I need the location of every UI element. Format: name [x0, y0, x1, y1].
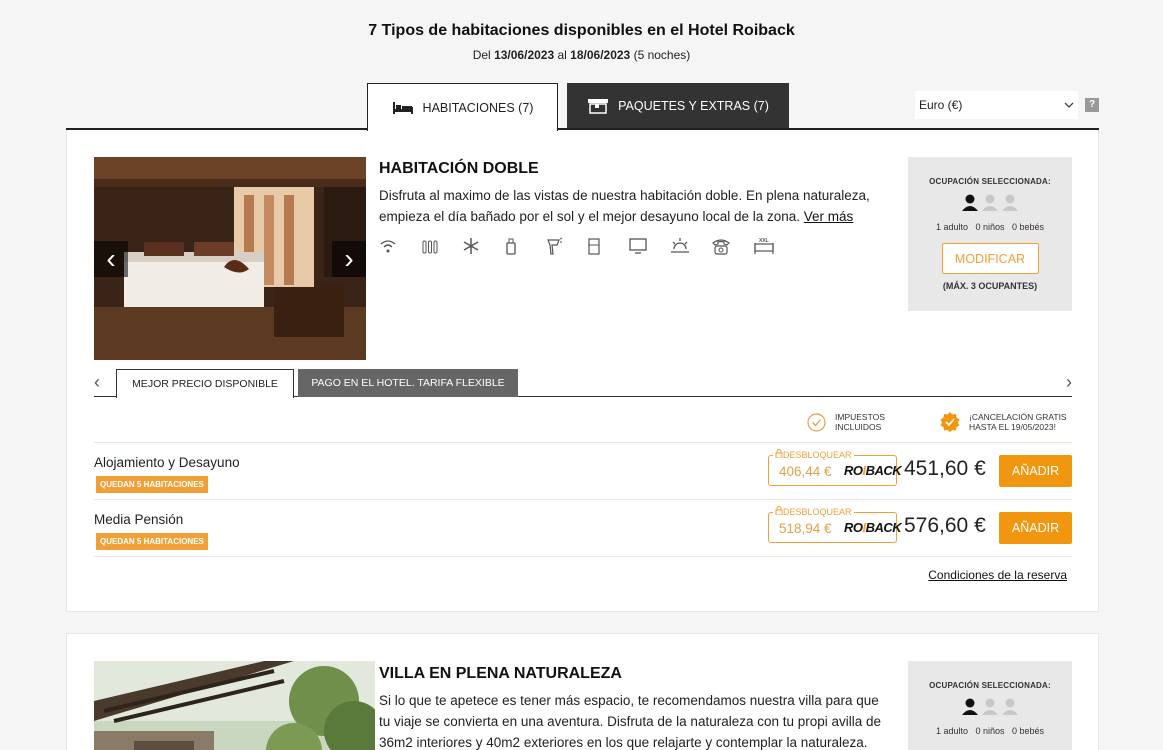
tab-pay-at-hotel[interactable]: PAGO EN EL HOTEL. TARIFA FLEXIBLE	[298, 369, 518, 397]
child-icon[interactable]	[981, 697, 999, 715]
package-icon	[588, 98, 609, 114]
heating-icon	[421, 236, 463, 256]
max-occupants: (MÁX. 3 OCUPANTES)	[942, 281, 1038, 291]
tab-best-price[interactable]: MEJOR PRECIO DISPONIBLE	[116, 369, 294, 398]
rate-name: Media Pensión	[94, 512, 184, 527]
occupancy-people	[908, 193, 1072, 213]
hairdryer-icon	[545, 236, 587, 256]
baby-icon[interactable]	[1001, 193, 1019, 211]
rate-price: 576,60 €	[904, 514, 986, 537]
room-photo: ‹ ›	[94, 157, 366, 360]
nights-count: (5 noches)	[633, 48, 691, 62]
page-header: 7 Tipos de habitaciones disponibles en e…	[0, 22, 1163, 62]
occupancy-counts: 1 adulto 0 niños 0 bebés	[935, 726, 1045, 736]
unlock-price: 406,44 €	[779, 464, 832, 479]
chevron-left-icon[interactable]: ‹	[94, 372, 100, 393]
air-conditioning-icon	[462, 236, 504, 256]
room-photo-image	[94, 661, 375, 750]
room-description: Si lo que te apetece es tener más espaci…	[379, 693, 882, 750]
stay-dates: Del 13/06/2023 al 18/06/2023 (5 noches)	[472, 48, 691, 62]
unlock-price: 518,94 €	[779, 521, 832, 536]
taxes-included-badge: IMPUESTOS INCLUIDOS	[807, 412, 885, 432]
adult-icon[interactable]	[961, 697, 979, 715]
booking-conditions-link[interactable]: Condiciones de la reserva	[928, 568, 1067, 582]
toiletries-icon	[504, 236, 546, 256]
roiback-logo: ROIBACK	[844, 463, 902, 478]
rate-price: 451,60 €	[904, 457, 986, 480]
modify-occupancy-button[interactable]: MODIFICAR	[941, 243, 1039, 274]
availability-badge: QUEDAN 5 HABITACIONES	[96, 476, 208, 493]
occupancy-people	[908, 697, 1072, 717]
phone-icon	[711, 236, 753, 256]
svg-text:XXL: XXL	[759, 238, 769, 244]
tv-icon	[628, 236, 670, 256]
rate-row: Media Pensión QUEDAN 5 HABITACIONES DESB…	[94, 499, 1072, 555]
unlock-price-button[interactable]: DESBLOQUEAR 406,44 € ROIBACK	[768, 449, 902, 486]
terrace-icon	[670, 236, 712, 256]
tab-packages[interactable]: PAQUETES Y EXTRAS (7)	[567, 83, 789, 128]
chevron-right-icon[interactable]: ›	[1066, 372, 1072, 393]
rate-row: Alojamiento y Desayuno QUEDAN 5 HABITACI…	[94, 442, 1072, 498]
verified-badge-icon	[940, 412, 960, 432]
baby-icon[interactable]	[1001, 697, 1019, 715]
xxl-bed-icon: XXL	[753, 236, 795, 256]
rate-name: Alojamiento y Desayuno	[94, 455, 240, 470]
date-from: 13/06/2023	[494, 48, 555, 62]
unlock-label: DESBLOQUEAR	[773, 449, 854, 460]
wifi-icon	[379, 236, 421, 256]
photo-next-button[interactable]: ›	[332, 241, 366, 277]
room-photo	[94, 661, 375, 750]
unlock-price-button[interactable]: DESBLOQUEAR 518,94 € ROIBACK	[768, 506, 902, 543]
help-icon[interactable]: ?	[1085, 98, 1099, 112]
room-card: VILLA EN PLENA NATURALEZA Si lo que te a…	[66, 633, 1099, 750]
minibar-icon	[587, 236, 629, 256]
availability-badge: QUEDAN 5 HABITACIONES	[96, 533, 208, 550]
photo-prev-button[interactable]: ‹	[94, 241, 128, 277]
room-card: ‹ › HABITACIÓN DOBLE Disfruta al maximo …	[66, 130, 1099, 612]
divider	[94, 556, 1072, 557]
occupancy-label: OCUPACIÓN SELECCIONADA:	[929, 177, 1051, 186]
occupancy-label: OCUPACIÓN SELECCIONADA:	[929, 681, 1051, 690]
lock-icon	[775, 449, 783, 459]
chevron-down-icon	[1064, 102, 1074, 108]
room-title: VILLA EN PLENA NATURALEZA	[379, 665, 622, 682]
see-more-link[interactable]: Ver más	[804, 209, 854, 224]
add-button[interactable]: AÑADIR	[999, 455, 1072, 487]
tab-rooms[interactable]: HABITACIONES (7)	[367, 83, 558, 131]
rate-tabs: ‹ MEJOR PRECIO DISPONIBLE PAGO EN EL HOT…	[94, 369, 1072, 398]
room-description: Disfruta al maximo de las vistas de nues…	[379, 188, 870, 224]
occupancy-counts: 1 adulto 0 niños 0 bebés	[935, 222, 1045, 232]
page-title: 7 Tipos de habitaciones disponibles en e…	[368, 22, 795, 39]
free-cancellation-badge: ¡CANCELACIÓN GRATIS HASTA EL 19/05/2023!	[940, 412, 1067, 432]
roiback-logo: ROIBACK	[844, 520, 902, 535]
room-title: HABITACIÓN DOBLE	[379, 160, 539, 177]
date-to: 18/06/2023	[570, 48, 631, 62]
bed-icon	[392, 101, 413, 114]
currency-select[interactable]: Euro (€)	[915, 91, 1078, 119]
occupancy-panel: OCUPACIÓN SELECCIONADA: 1 adulto 0 niños…	[908, 661, 1072, 750]
child-icon[interactable]	[981, 193, 999, 211]
occupancy-panel: OCUPACIÓN SELECCIONADA: 1 adulto 0 niños…	[908, 157, 1072, 311]
check-circle-icon	[807, 412, 826, 432]
room-photo-image	[94, 157, 366, 360]
lock-icon	[775, 506, 783, 516]
amenities-list: XXL	[379, 236, 794, 256]
adult-icon[interactable]	[961, 193, 979, 211]
unlock-label: DESBLOQUEAR	[773, 506, 854, 517]
add-button[interactable]: AÑADIR	[999, 512, 1072, 544]
